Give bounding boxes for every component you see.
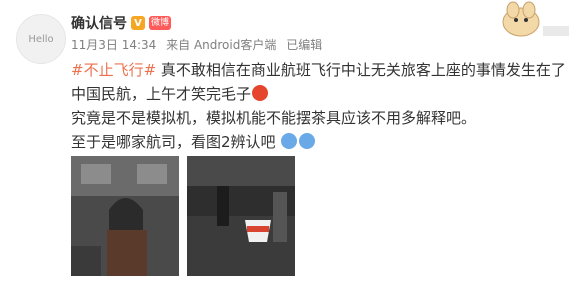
post-date[interactable]: 11月3日 14:34 — [71, 38, 156, 52]
post-photo-1[interactable] — [71, 156, 179, 276]
post-photo-2[interactable] — [187, 156, 295, 276]
angry-face-icon — [252, 85, 269, 101]
post-content: #不止飞行# 真不敢相信在商业航班飞行中让无关旅客上座的事情发生在了中国民航，上… — [71, 58, 571, 154]
member-badge-icon[interactable]: 微博 — [149, 16, 172, 30]
content-paragraph-3: 至于是哪家航司，看图2辨认吧 — [71, 130, 571, 154]
content-line-2: 究竟是不是模拟机，模拟机能不能摆茶具应该不用多解释吧。 — [71, 109, 477, 127]
sweat-smile-icon — [281, 133, 298, 149]
avatar[interactable]: Hello — [16, 14, 66, 64]
username[interactable]: 确认信号 — [71, 13, 127, 33]
sweat-smile-icon — [299, 133, 316, 149]
edited-label[interactable]: 已编辑 — [286, 38, 322, 52]
vip-icon[interactable]: V — [131, 16, 145, 30]
avatar-text: Hello — [28, 33, 54, 45]
topic-link[interactable]: #不止飞行# — [71, 61, 156, 79]
post-meta: 11月3日 14:34 来自 Android客户端 已编辑 — [71, 36, 328, 53]
post-source: 来自 Android客户端 — [166, 38, 277, 52]
corner-cartoon-decoration — [481, 0, 573, 38]
post-header: 确认信号 V 微博 11月3日 14:34 来自 Android客户端 已编辑 — [71, 12, 328, 53]
content-line-3: 至于是哪家航司，看图2辨认吧 — [71, 133, 276, 151]
content-paragraph-1: #不止飞行# 真不敢相信在商业航班飞行中让无关旅客上座的事情发生在了中国民航，上… — [71, 58, 571, 106]
